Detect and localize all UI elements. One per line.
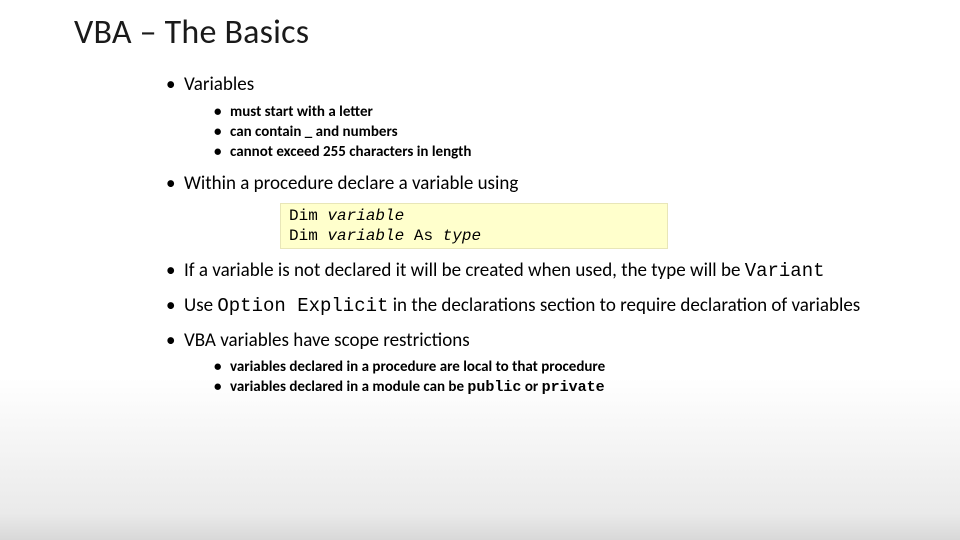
code-line-1: Dim variable <box>289 206 659 226</box>
list-item: must start with a letter <box>214 102 900 122</box>
code-inline-public: public <box>467 379 521 396</box>
text: Use <box>184 294 217 317</box>
list-item: cannot exceed 255 characters in length <box>214 142 900 162</box>
code-variable: variable <box>327 207 404 225</box>
bullet-variables-label: Variables <box>184 73 254 96</box>
code-inline-variant: Variant <box>745 260 825 282</box>
bullet-variables-sublist: must start with a letter can contain _ a… <box>214 102 900 163</box>
bullet-within-label: Within a procedure declare a variable us… <box>184 172 518 195</box>
code-type: type <box>443 227 481 245</box>
code-keyword: Dim <box>289 227 318 245</box>
bullet-scope: VBA variables have scope restrictions va… <box>166 329 900 399</box>
text: If a variable is not declared it will be… <box>184 259 745 282</box>
code-variable: variable <box>327 227 404 245</box>
code-inline-option-explicit: Option Explicit <box>217 295 388 317</box>
bullet-scope-label: VBA variables have scope restrictions <box>184 329 470 352</box>
bullet-option-explicit: Use Option Explicit in the declarations … <box>166 294 900 319</box>
bullet-scope-sublist: variables declared in a procedure are lo… <box>214 357 900 399</box>
bullet-within: Within a procedure declare a variable us… <box>166 172 900 249</box>
slide: VBA – The Basics Variables must start wi… <box>0 0 960 540</box>
list-item: variables declared in a module can be pu… <box>214 377 900 398</box>
bullet-list: Variables must start with a letter can c… <box>166 73 900 399</box>
code-line-2: Dim variable As type <box>289 226 659 246</box>
bullet-variables: Variables must start with a letter can c… <box>166 73 900 162</box>
text: variables declared in a module can be <box>230 378 467 396</box>
code-keyword: As <box>414 227 433 245</box>
code-keyword: Dim <box>289 207 318 225</box>
list-item: can contain _ and numbers <box>214 122 900 142</box>
text: or <box>521 378 541 396</box>
code-box: Dim variable Dim variable As type <box>280 203 668 249</box>
slide-title: VBA – The Basics <box>74 12 900 53</box>
bullet-not-declared: If a variable is not declared it will be… <box>166 259 900 284</box>
code-inline-private: private <box>542 379 605 396</box>
list-item: variables declared in a procedure are lo… <box>214 357 900 377</box>
text: in the declarations section to require d… <box>388 294 860 317</box>
